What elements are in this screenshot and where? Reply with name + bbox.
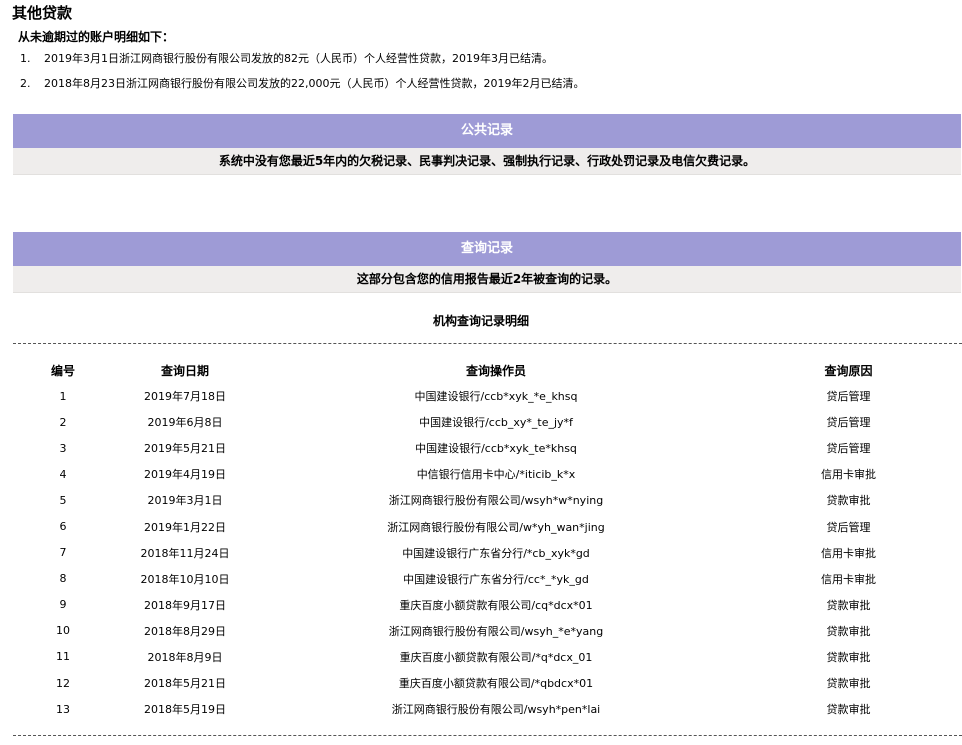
column-header-number: 编号 — [50, 363, 75, 378]
cell-number: 11 — [56, 650, 70, 664]
cell-operator: 重庆百度小额贷款有限公司/*q*dcx_01 — [399, 650, 593, 664]
cell-reason: 信用卡审批 — [821, 572, 876, 586]
table-row: 12 2018年5月21日 重庆百度小额贷款有限公司/*qbdcx*01 贷款审批 — [13, 670, 962, 696]
cell-operator: 浙江网商银行股份有限公司/wsyh_*e*yang — [388, 624, 604, 638]
cell-reason: 贷后管理 — [826, 416, 871, 430]
cell-reason: 贷款审批 — [826, 494, 871, 508]
cell-operator: 中国建设银行广东省分行/*cb_xyk*gd — [402, 546, 590, 560]
dashed-divider — [13, 735, 962, 736]
cell-date: 2018年5月21日 — [144, 677, 226, 691]
column-header-operator: 查询操作员 — [465, 363, 526, 378]
cell-reason: 信用卡审批 — [821, 546, 876, 560]
query-record-header: 查询记录 — [13, 232, 961, 266]
cell-number: 10 — [56, 624, 70, 638]
cell-operator: 中国建设银行广东省分行/cc*_*yk_gd — [403, 572, 589, 586]
table-row: 3 2019年5月21日 中国建设银行/ccb*xyk_te*khsq 贷后管理 — [13, 435, 962, 461]
cell-operator: 中国建设银行/ccb*xyk_te*khsq — [415, 442, 577, 456]
table-row: 9 2018年9月17日 重庆百度小额贷款有限公司/cq*dcx*01 贷款审批 — [13, 592, 962, 618]
loan-item: 1. 2019年3月1日浙江网商银行股份有限公司发放的82元（人民币）个人经营性贷… — [20, 50, 920, 75]
cell-reason: 贷款审批 — [826, 677, 871, 691]
cell-date: 2018年11月24日 — [140, 546, 230, 560]
cell-number: 13 — [56, 702, 70, 716]
table-row: 10 2018年8月29日 浙江网商银行股份有限公司/wsyh_*e*yang 贷款审… — [13, 618, 962, 644]
cell-number: 1 — [59, 389, 67, 403]
cell-reason: 贷后管理 — [826, 520, 871, 534]
table-row: 8 2018年10月10日 中国建设银行广东省分行/cc*_*yk_gd 信用卡审批 — [13, 566, 962, 592]
cell-date: 2018年10月10日 — [140, 572, 230, 586]
table-header-row: 编号 查询日期 查询操作员 查询原因 — [13, 357, 962, 383]
table-row: 7 2018年11月24日 中国建设银行广东省分行/*cb_xyk*gd 信用卡审批 — [13, 540, 962, 566]
loan-item-number: 2. — [20, 77, 31, 90]
cell-reason: 贷款审批 — [826, 703, 871, 717]
loan-list: 1. 2019年3月1日浙江网商银行股份有限公司发放的82元（人民币）个人经营性贷… — [20, 50, 920, 100]
cell-number: 6 — [59, 520, 67, 534]
column-header-date: 查询日期 — [160, 363, 209, 378]
cell-operator: 中信银行信用卡中心/*iticib_k*x — [416, 468, 576, 482]
cell-date: 2018年8月9日 — [147, 650, 223, 664]
cell-reason: 贷后管理 — [826, 442, 871, 456]
table-row: 11 2018年8月9日 重庆百度小额贷款有限公司/*q*dcx_01 贷款审批 — [13, 644, 962, 670]
cell-reason: 贷款审批 — [826, 650, 871, 664]
cell-date: 2018年9月17日 — [144, 598, 226, 612]
cell-date: 2019年3月1日 — [147, 494, 223, 508]
public-record-header: 公共记录 — [13, 114, 961, 148]
query-record-section: 查询记录 这部分包含您的信用报告最近2年被查询的记录。 — [13, 232, 961, 293]
cell-operator: 浙江网商银行股份有限公司/wsyh*pen*lai — [391, 703, 601, 717]
cell-number: 4 — [59, 467, 67, 481]
public-record-text: 系统中没有您最近5年内的欠税记录、民事判决记录、强制执行记录、行政处罚记录及电信… — [13, 148, 961, 175]
cell-reason: 贷款审批 — [826, 624, 871, 638]
cell-number: 2 — [59, 415, 67, 429]
cell-operator: 中国建设银行/ccb_xy*_te_jy*f — [419, 416, 573, 430]
cell-operator: 浙江网商银行股份有限公司/wsyh*w*nying — [388, 494, 604, 508]
loan-subtitle: 从未逾期过的账户明细如下： — [18, 30, 175, 44]
cell-reason: 贷后管理 — [826, 390, 871, 404]
cell-date: 2019年6月8日 — [147, 416, 223, 430]
cell-date: 2018年8月29日 — [144, 624, 226, 638]
loan-item-number: 1. — [20, 52, 31, 65]
cell-number: 9 — [59, 598, 67, 612]
cell-operator: 重庆百度小额贷款有限公司/cq*dcx*01 — [399, 598, 593, 612]
query-records-table: 编号 查询日期 查询操作员 查询原因 1 2019年7月18日 中国建设银行/ccb… — [13, 357, 962, 722]
table-row: 4 2019年4月19日 中信银行信用卡中心/*iticib_k*x 信用卡审批 — [13, 461, 962, 487]
cell-number: 3 — [59, 441, 67, 455]
table-row: 5 2019年3月1日 浙江网商银行股份有限公司/wsyh*w*nying 贷款审批 — [13, 487, 962, 513]
dashed-divider — [13, 343, 962, 344]
cell-date: 2019年4月19日 — [144, 468, 226, 482]
public-record-section: 公共记录 系统中没有您最近5年内的欠税记录、民事判决记录、强制执行记录、行政处罚… — [13, 114, 961, 175]
cell-number: 8 — [59, 572, 67, 586]
cell-date: 2018年5月19日 — [144, 703, 226, 717]
cell-date: 2019年5月21日 — [144, 442, 226, 456]
table-row: 6 2019年1月22日 浙江网商银行股份有限公司/w*yh_wan*jing 贷后管… — [13, 513, 962, 539]
loan-item-text: 2018年8月23日浙江网商银行股份有限公司发放的22,000元（人民币）个人经… — [44, 77, 585, 90]
table-row: 13 2018年5月19日 浙江网商银行股份有限公司/wsyh*pen*lai 贷款审… — [13, 696, 962, 722]
section-title: 其他贷款 — [12, 4, 73, 22]
loan-item-text: 2019年3月1日浙江网商银行股份有限公司发放的82元（人民币）个人经营性贷款，… — [44, 52, 553, 65]
table-row: 1 2019年7月18日 中国建设银行/ccb*xyk_*e_khsq 贷后管理 — [13, 383, 962, 409]
cell-date: 2019年7月18日 — [144, 390, 226, 404]
cell-reason: 信用卡审批 — [821, 468, 876, 482]
cell-operator: 浙江网商银行股份有限公司/w*yh_wan*jing — [387, 520, 605, 534]
cell-operator: 中国建设银行/ccb*xyk_*e_khsq — [414, 390, 578, 404]
query-record-text: 这部分包含您的信用报告最近2年被查询的记录。 — [13, 266, 961, 293]
cell-operator: 重庆百度小额贷款有限公司/*qbdcx*01 — [398, 677, 594, 691]
cell-number: 12 — [56, 676, 70, 690]
cell-reason: 贷款审批 — [826, 598, 871, 612]
table-row: 2 2019年6月8日 中国建设银行/ccb_xy*_te_jy*f 贷后管理 — [13, 409, 962, 435]
loan-item: 2. 2018年8月23日浙江网商银行股份有限公司发放的22,000元（人民币）个… — [20, 75, 920, 100]
cell-number: 7 — [59, 546, 67, 560]
column-header-reason: 查询原因 — [824, 363, 873, 378]
query-detail-title: 机构查询记录明细 — [432, 314, 529, 328]
cell-number: 5 — [59, 493, 67, 507]
cell-date: 2019年1月22日 — [144, 520, 226, 534]
